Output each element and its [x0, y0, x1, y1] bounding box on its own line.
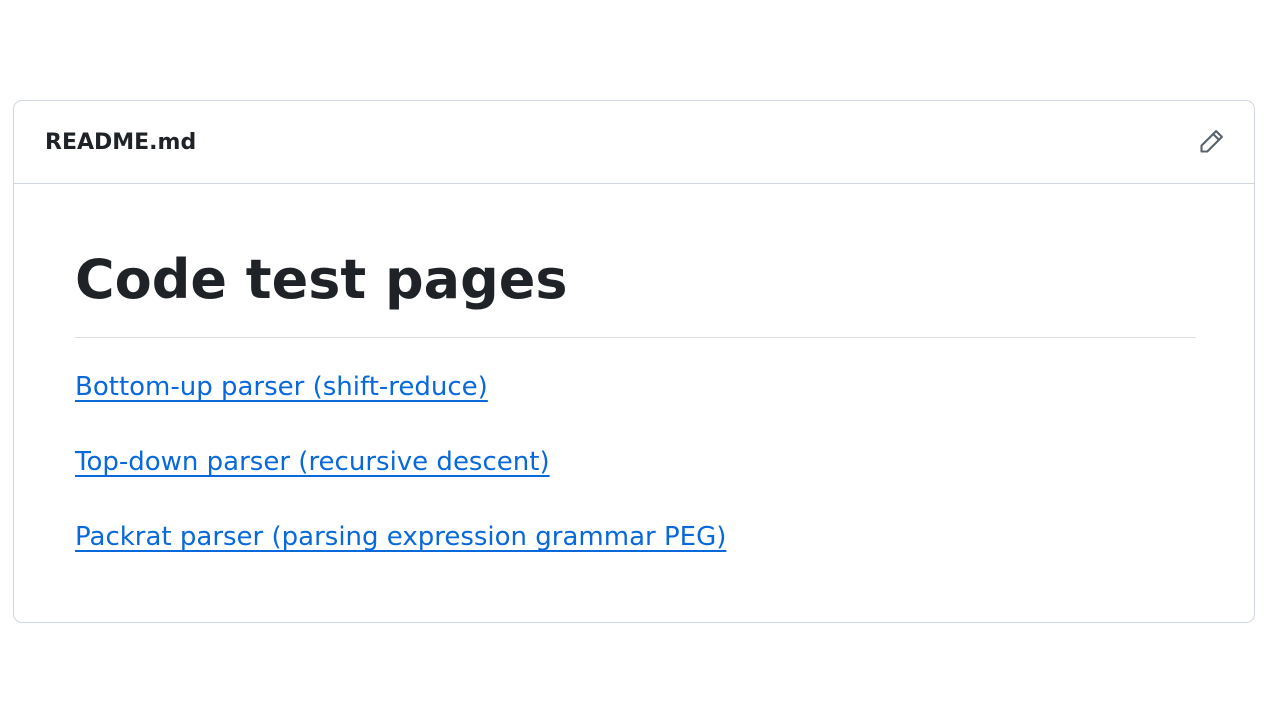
link-list: Bottom-up parser (shift-reduce) Top-down…	[75, 369, 726, 594]
edit-file-button[interactable]	[1196, 127, 1228, 159]
link-packrat-parser[interactable]: Packrat parser (parsing expression gramm…	[75, 519, 726, 555]
link-top-down-parser[interactable]: Top-down parser (recursive descent)	[75, 444, 726, 480]
readme-container: README.md Code test pages Bottom-up pars…	[13, 100, 1255, 623]
link-bottom-up-parser[interactable]: Bottom-up parser (shift-reduce)	[75, 369, 726, 405]
pencil-icon	[1198, 127, 1226, 159]
heading-divider	[75, 337, 1196, 338]
page-title: Code test pages	[75, 248, 568, 311]
readme-header: README.md	[14, 101, 1254, 184]
readme-filename: README.md	[45, 130, 197, 155]
